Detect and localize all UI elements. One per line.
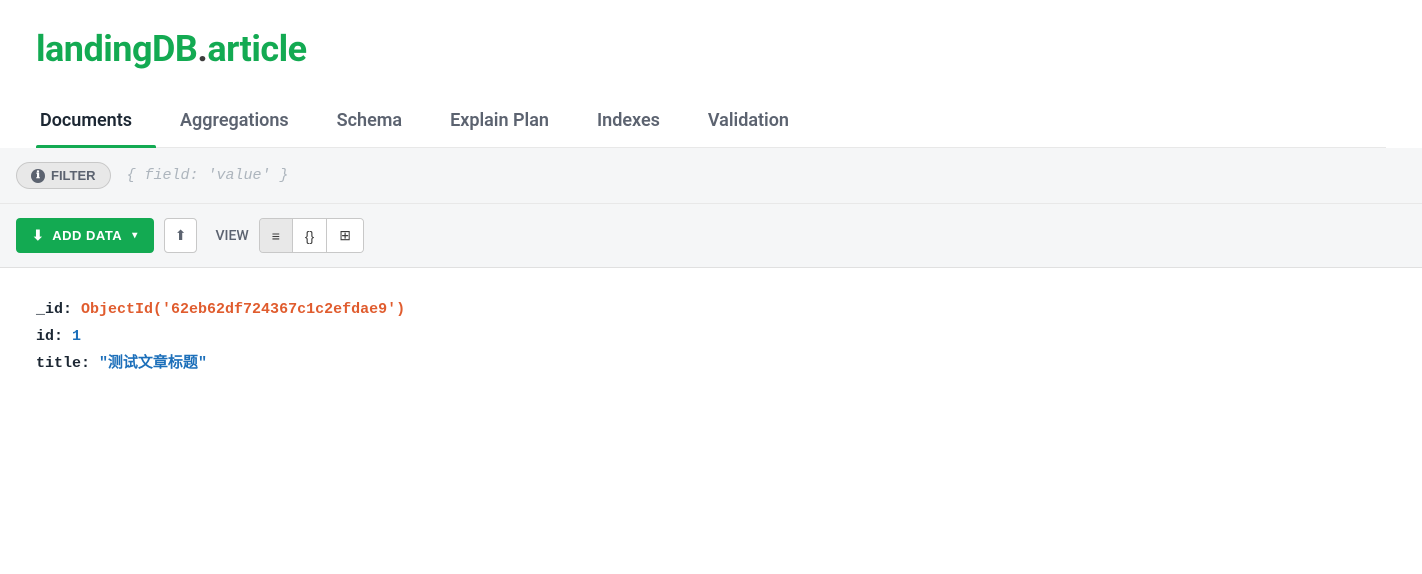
filter-button[interactable]: ℹ FILTER [16, 162, 111, 189]
chevron-down-icon: ▾ [132, 230, 138, 241]
separator: . [197, 28, 207, 70]
tab-indexes[interactable]: Indexes [593, 98, 684, 147]
grid-icon: ⊞ [339, 227, 351, 243]
collection-name: article [207, 28, 306, 70]
download-icon: ⬇ [32, 227, 44, 244]
num-field-key: id: [36, 328, 63, 345]
id-field-value: ObjectId('62eb62df724367c1c2efdae9') [81, 301, 405, 318]
title-field-key: title: [36, 355, 90, 372]
title-field-value: "测试文章标题" [99, 355, 207, 372]
tab-explain-plan[interactable]: Explain Plan [446, 98, 573, 147]
view-buttons-group: ≡ {} ⊞ [259, 218, 364, 253]
document-line-id: _id: ObjectId('62eb62df724367c1c2efdae9'… [36, 296, 1386, 323]
add-data-label: ADD DATA [52, 228, 122, 243]
document-line-num: id: 1 [36, 323, 1386, 350]
toolbar: ⬇ ADD DATA ▾ ⬆ VIEW ≡ {} ⊞ [0, 204, 1422, 268]
filter-bar: ℹ FILTER { field: 'value' } [0, 148, 1422, 204]
tabs-container: Documents Aggregations Schema Explain Pl… [36, 98, 1386, 148]
filter-label: FILTER [51, 168, 96, 183]
list-view-button[interactable]: ≡ [260, 219, 293, 252]
tab-schema[interactable]: Schema [333, 98, 426, 147]
document-line-title: title: "测试文章标题" [36, 350, 1386, 377]
document-area: _id: ObjectId('62eb62df724367c1c2efdae9'… [0, 268, 1422, 405]
filter-input-placeholder[interactable]: { field: 'value' } [127, 167, 289, 184]
tab-aggregations[interactable]: Aggregations [176, 98, 313, 147]
list-icon: ≡ [272, 228, 280, 244]
braces-icon: {} [305, 228, 314, 244]
json-view-button[interactable]: {} [293, 219, 327, 252]
num-field-value: 1 [72, 328, 81, 345]
page-title: landingDB.article [36, 28, 1386, 70]
info-icon: ℹ [31, 169, 45, 183]
export-icon: ⬆ [175, 227, 187, 244]
db-name: landingDB [36, 28, 197, 70]
view-label: VIEW [215, 228, 248, 244]
tab-documents[interactable]: Documents [36, 98, 156, 147]
add-data-button[interactable]: ⬇ ADD DATA ▾ [16, 218, 154, 253]
id-field-key: _id: [36, 301, 72, 318]
export-button[interactable]: ⬆ [164, 218, 198, 253]
tab-validation[interactable]: Validation [704, 98, 813, 147]
table-view-button[interactable]: ⊞ [327, 219, 363, 252]
